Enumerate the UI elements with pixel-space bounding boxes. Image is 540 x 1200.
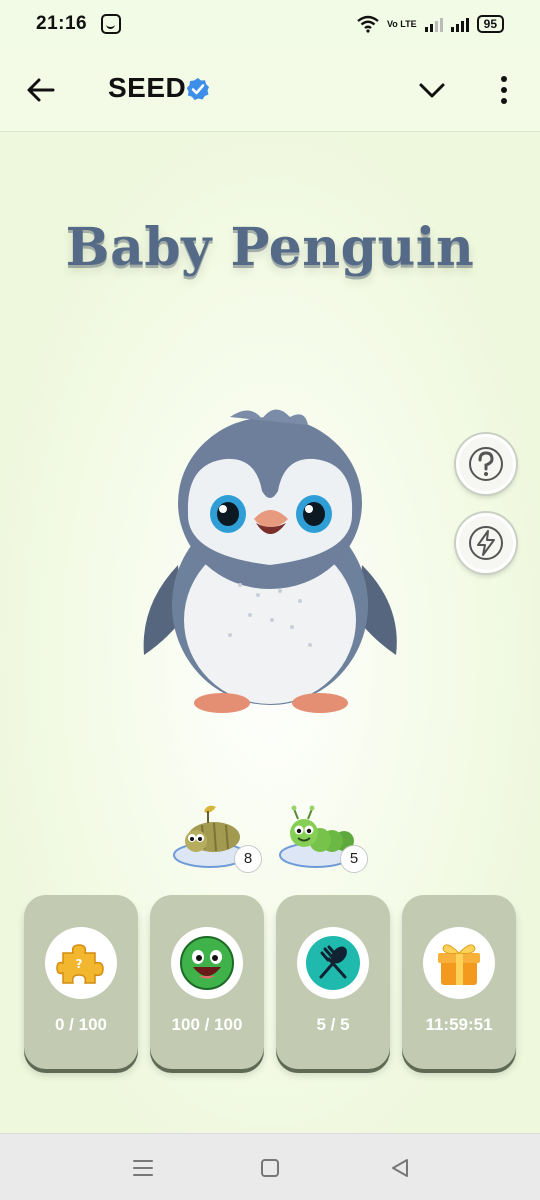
boost-button[interactable] (456, 513, 516, 573)
status-time: 21:16 (36, 13, 88, 34)
baby-penguin-icon[interactable] (130, 405, 410, 725)
chevron-down-icon[interactable] (418, 78, 446, 102)
lightning-icon (469, 526, 503, 560)
back-arrow-icon[interactable] (26, 76, 56, 104)
card-happiness[interactable]: 100 / 100 (150, 895, 264, 1069)
help-button[interactable] (456, 434, 516, 494)
signal-icon-2 (450, 16, 469, 32)
food-item-beetle[interactable]: 8 (172, 801, 262, 873)
pet-name-title: Baby Penguin (65, 217, 475, 278)
gift-box-icon (438, 944, 480, 985)
card-icon-wrap (297, 927, 369, 999)
svg-text:?: ? (76, 957, 83, 971)
card-puzzle[interactable]: ? 0 / 100 (24, 895, 138, 1069)
puzzle-icon: ? (56, 944, 104, 984)
food-item-caterpillar[interactable]: 5 (278, 801, 368, 873)
fork-spoon-icon (306, 936, 360, 990)
more-vertical-icon[interactable] (494, 75, 514, 105)
card-icon-wrap: ? (45, 927, 117, 999)
status-bar: 21:16 Vo LTE 95 (0, 0, 540, 48)
card-value: 11:59:51 (425, 1015, 493, 1034)
food-count: 8 (234, 845, 262, 873)
battery-icon: 95 (476, 15, 504, 33)
card-value: 100 / 100 (171, 1015, 243, 1034)
back-triangle-icon[interactable] (388, 1156, 412, 1180)
app-title: SEED (108, 72, 187, 103)
app-notification-icon (101, 14, 122, 34)
wifi-icon (357, 15, 379, 33)
card-icon-wrap (423, 927, 495, 999)
status-indicators: Vo LTE 95 (357, 15, 504, 33)
food-count: 5 (340, 845, 368, 873)
card-gift[interactable]: 11:59:51 (402, 895, 516, 1069)
question-icon (469, 447, 503, 481)
stat-cards: ? 0 / 100 100 / 100 5 / 5 11:59:51 (24, 895, 516, 1071)
card-food[interactable]: 5 / 5 (276, 895, 390, 1069)
network-type: Vo LTE (386, 18, 417, 29)
main-content: Baby Penguin 8 5 ? 0 / 100 100 / 100 5 /… (0, 133, 540, 1133)
menu-icon[interactable] (131, 1156, 155, 1180)
home-icon[interactable] (258, 1156, 282, 1180)
card-icon-wrap (171, 927, 243, 999)
verified-badge-icon (186, 78, 209, 100)
happy-face-icon (180, 936, 234, 990)
card-value: 0 / 100 (55, 1015, 107, 1034)
signal-icon (424, 16, 443, 32)
app-header: SEED (0, 48, 540, 132)
card-value: 5 / 5 (316, 1015, 350, 1034)
system-nav-bar (0, 1133, 540, 1200)
